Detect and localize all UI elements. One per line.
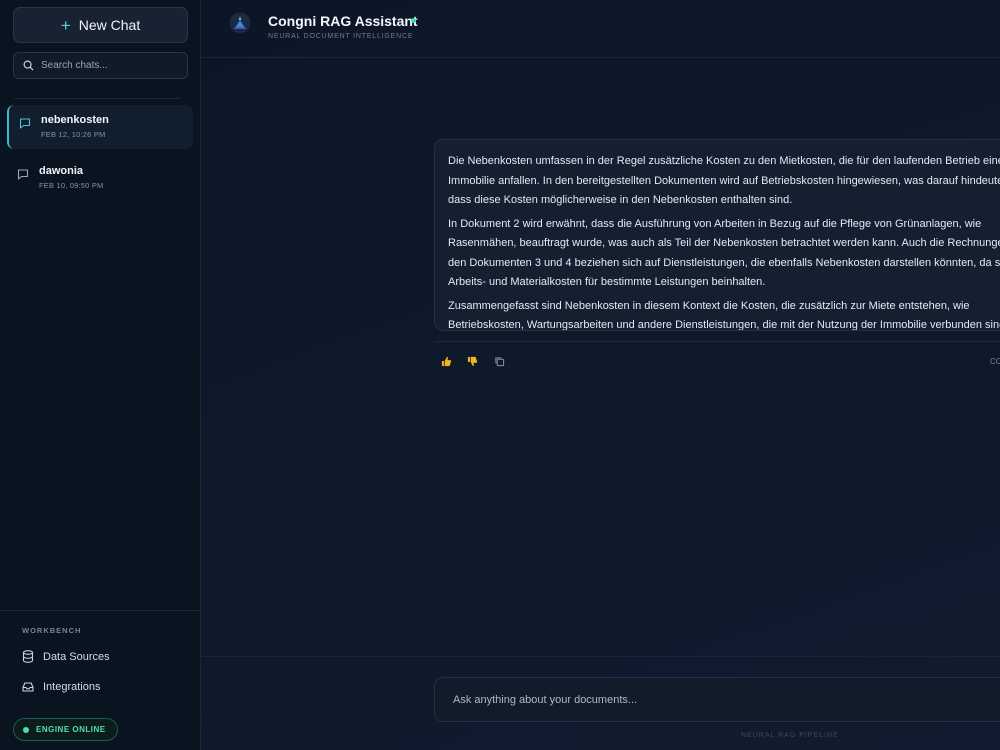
- integrations-label: Integrations: [43, 681, 101, 693]
- composer[interactable]: [434, 677, 1000, 722]
- inbox-icon: [22, 682, 34, 692]
- chat-bubble-icon: [17, 169, 29, 180]
- message-paragraph: Die Nebenkosten umfassen in der Regel zu…: [448, 155, 1000, 206]
- message-input[interactable]: [453, 693, 993, 706]
- engine-status-badge: ENGINE ONLINE: [13, 718, 118, 741]
- copy-icon[interactable]: [494, 356, 505, 367]
- chat-search[interactable]: [13, 52, 188, 79]
- chat-item-dawonia[interactable]: dawonia FEB 10, 09:50 PM: [7, 156, 193, 200]
- chat-date: FEB 12, 10:26 PM: [41, 130, 106, 139]
- app-title: Congni RAG Assistant: [268, 13, 418, 29]
- message-paragraph: In Dokument 2 wird erwähnt, dass die Aus…: [448, 217, 1000, 289]
- message-paragraph: Zusammengefasst sind Nebenkosten in dies…: [448, 299, 1000, 331]
- sidebar-footer-divider: [0, 610, 200, 611]
- new-chat-button[interactable]: + New Chat: [13, 7, 188, 43]
- workbench-heading: WORKBENCH: [22, 626, 82, 635]
- integrations-link[interactable]: Integrations: [22, 681, 100, 693]
- data-sources-link[interactable]: Data Sources: [22, 650, 110, 663]
- assistant-message: Die Nebenkosten umfassen in der Regel zu…: [434, 139, 1000, 331]
- search-icon: [23, 60, 34, 71]
- chat-title: nebenkosten: [41, 114, 109, 126]
- thumbs-up-icon[interactable]: [441, 356, 452, 367]
- message-divider: [434, 341, 1000, 342]
- app-logo-icon: [229, 12, 251, 34]
- sidebar: + New Chat nebenkosten FEB 12, 10:26 PM …: [0, 0, 201, 750]
- pipeline-footer: NEURAL RAG PIPELINE: [741, 732, 839, 739]
- database-icon: [22, 650, 34, 663]
- header: Congni RAG Assistant NEURAL DOCUMENT INT…: [201, 0, 1000, 58]
- new-chat-label: New Chat: [78, 17, 141, 33]
- data-sources-label: Data Sources: [43, 650, 110, 663]
- chat-bubble-icon: [19, 118, 31, 129]
- app-subtitle: NEURAL DOCUMENT INTELLIGENCE: [268, 33, 414, 40]
- online-dot-icon: [411, 18, 416, 23]
- main-panel: Congni RAG Assistant NEURAL DOCUMENT INT…: [201, 0, 1000, 750]
- engine-status-text: ENGINE ONLINE: [36, 725, 106, 734]
- chat-date: FEB 10, 09:50 PM: [39, 181, 104, 190]
- sidebar-divider: [14, 98, 181, 99]
- status-dot-icon: [23, 726, 29, 733]
- plus-icon: +: [60, 15, 71, 35]
- chat-title: dawonia: [39, 165, 84, 177]
- truncated-label: CC: [990, 357, 1000, 366]
- search-input[interactable]: [41, 60, 181, 71]
- composer-divider: [201, 656, 1000, 657]
- thumbs-down-icon[interactable]: [467, 356, 478, 367]
- chat-item-nebenkosten[interactable]: nebenkosten FEB 12, 10:26 PM: [7, 105, 193, 149]
